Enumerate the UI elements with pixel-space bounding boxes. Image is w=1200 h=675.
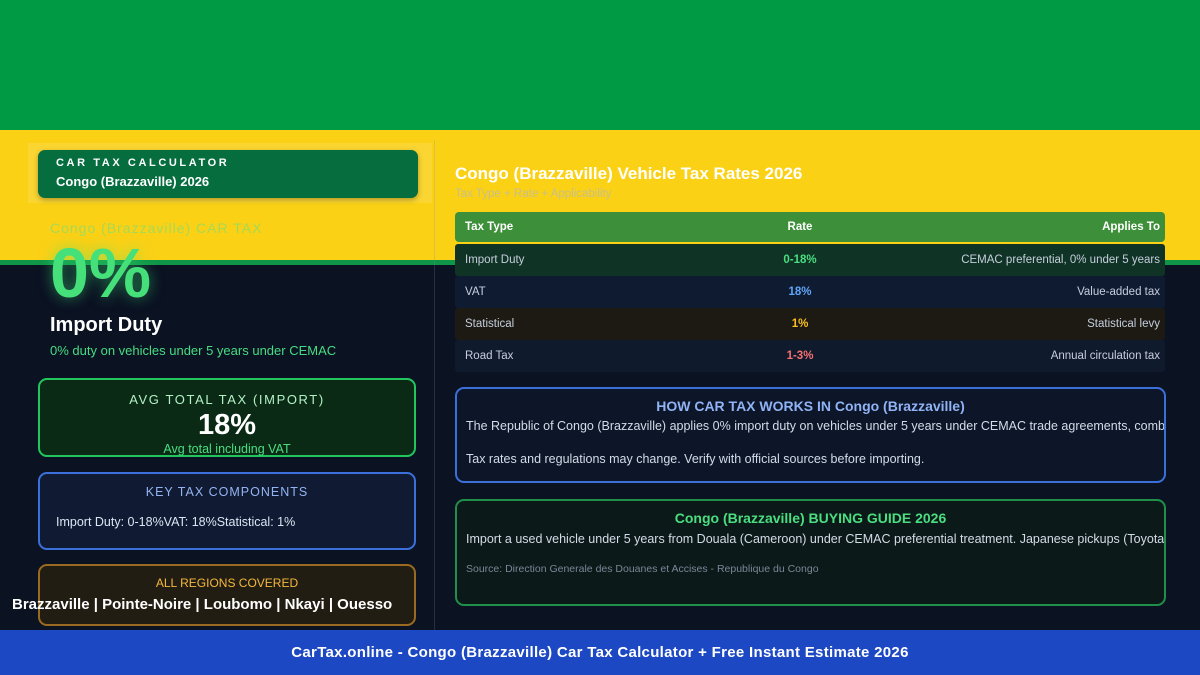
brand-kicker: CAR TAX CALCULATOR: [56, 157, 230, 169]
avg-total-tax-subtitle: Avg total including VAT: [163, 442, 291, 456]
row-applies-to: CEMAC preferential, 0% under 5 years: [961, 254, 1160, 266]
import-duty-subtitle: 0% duty on vehicles under 5 years under …: [50, 343, 337, 358]
table-row: Statistical 1% Statistical levy: [455, 308, 1165, 340]
row-applies-to: Statistical levy: [1087, 318, 1160, 330]
table-row: Import Duty 0-18% CEMAC preferential, 0%…: [455, 244, 1165, 276]
key-tax-components-card: KEY TAX COMPONENTS Import Duty: 0-18%VAT…: [38, 472, 416, 550]
how-car-tax-works-note: Tax rates and regulations may change. Ve…: [466, 452, 925, 466]
regions-card: ALL REGIONS COVERED: [38, 564, 416, 626]
avg-total-tax-title: AVG TOTAL TAX (IMPORT): [129, 392, 325, 407]
table-row: Road Tax 1-3% Annual circulation tax: [455, 340, 1165, 372]
row-rate: 18%: [788, 286, 812, 298]
header-rate: Rate: [787, 221, 813, 233]
buying-guide-card: Congo (Brazzaville) BUYING GUIDE 2026 Im…: [455, 499, 1166, 606]
import-duty-value: 0%: [50, 234, 152, 312]
key-tax-components-title: KEY TAX COMPONENTS: [145, 485, 309, 499]
regions-list: Brazzaville | Pointe-Noire | Loubomo | N…: [12, 596, 393, 613]
how-car-tax-works-card: HOW CAR TAX WORKS IN Congo (Brazzaville)…: [455, 387, 1166, 483]
row-applies-to: Annual circulation tax: [1050, 350, 1160, 362]
header-applies-to: Applies To: [1102, 221, 1160, 233]
tax-rates-table: Tax Type Rate Applies To Import Duty 0-1…: [455, 212, 1165, 372]
row-tax-type: Statistical: [465, 318, 515, 330]
key-tax-components-items: Import Duty: 0-18%VAT: 18%Statistical: 1…: [56, 515, 296, 529]
row-rate: 1-3%: [786, 350, 814, 362]
row-rate: 0-18%: [783, 254, 817, 266]
avg-total-tax-card: AVG TOTAL TAX (IMPORT) 18% Avg total inc…: [38, 378, 416, 457]
row-applies-to: Value-added tax: [1077, 286, 1160, 298]
footer-banner: CarTax.online - Congo (Brazzaville) Car …: [0, 630, 1200, 675]
table-header: Tax Type Rate Applies To: [455, 212, 1165, 242]
row-tax-type: VAT: [465, 286, 486, 298]
buying-guide-text: Import a used vehicle under 5 years from…: [466, 532, 1166, 546]
import-duty-label: Import Duty: [50, 314, 163, 336]
table-row: VAT 18% Value-added tax: [455, 276, 1165, 308]
flag-band-green: [0, 0, 1200, 130]
row-rate: 1%: [791, 318, 809, 330]
row-tax-type: Import Duty: [465, 254, 525, 266]
header-tax-type: Tax Type: [465, 221, 514, 233]
column-divider: [434, 140, 435, 630]
buying-guide-title: Congo (Brazzaville) BUYING GUIDE 2026: [674, 510, 947, 526]
avg-total-tax-value: 18%: [197, 409, 257, 441]
buying-guide-source: Source: Direction Generale des Douanes e…: [466, 563, 819, 575]
brand-card: CAR TAX CALCULATOR Congo (Brazzaville) 2…: [38, 150, 418, 198]
brand-title: Congo (Brazzaville) 2026: [56, 174, 210, 189]
how-car-tax-works-text: The Republic of Congo (Brazzaville) appl…: [466, 419, 1166, 433]
rates-subtitle: Tax Type + Rate + Applicability: [455, 188, 612, 200]
regions-title: ALL REGIONS COVERED: [155, 576, 299, 590]
how-car-tax-works-title: HOW CAR TAX WORKS IN Congo (Brazzaville): [656, 398, 965, 414]
rates-title: Congo (Brazzaville) Vehicle Tax Rates 20…: [455, 164, 803, 183]
row-tax-type: Road Tax: [465, 350, 514, 362]
